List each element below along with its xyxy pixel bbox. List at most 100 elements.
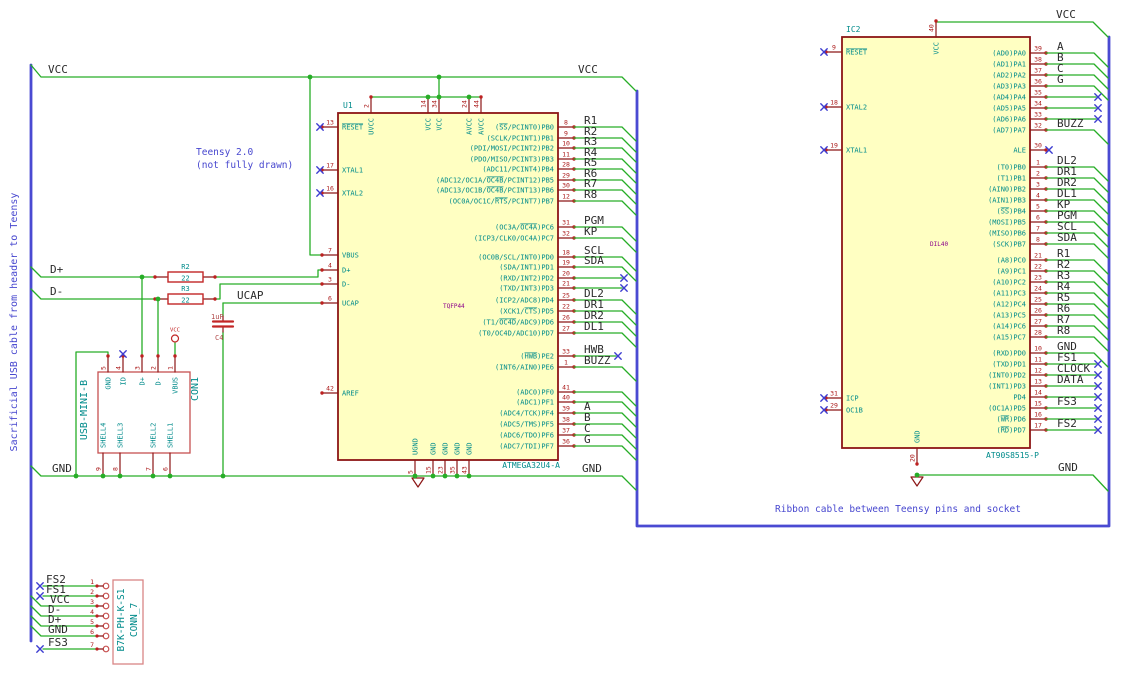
wire-bus-entry [1045,188,1109,204]
junction-dot [155,296,161,302]
net-label: R8 [1057,324,1070,337]
junction-dot [220,473,226,479]
pin-name: GND [914,430,922,443]
pin: 4 ID [115,354,128,385]
pin-number: 17 [326,162,334,170]
pin-number: 27 [1034,318,1042,326]
schematic-page: R2 22 R3 22 1uF C4 U1 ATMEGA32U4-A TQFP44 13 RESET… [0,0,1131,690]
pin-name: GND [430,442,438,455]
pin-name: (AIN0)PB2 [988,186,1026,194]
pin-number: 18 [830,99,838,107]
pin-name: (MOSI)PB5 [988,219,1026,227]
pin-name: (SCLK/PCINT1)PB1 [487,135,554,143]
net-label: FS2 [1057,417,1077,430]
junction-dot [466,94,472,100]
pin-name: (A15)PC7 [992,334,1026,342]
ic-ic2: IC2AT90S8515-PDIL409RESET18XTAL219XTAL13… [820,19,1109,466]
net-label: GND [48,623,68,636]
junction-dot [412,473,418,479]
component-reference: C4 [215,334,223,342]
junction-dot [139,274,145,280]
pin-number: 20 [909,454,917,462]
component-reference: U1 [343,101,353,110]
pin-number: 3 [134,366,142,370]
pin-number: 32 [1034,122,1042,130]
pin-name: (A14)PC6 [992,323,1026,331]
pin-number: 1 [1036,159,1040,167]
wire-bus-entry [1045,336,1109,352]
pin-number: 41 [562,384,570,392]
wire [214,283,323,300]
pin-name: (A8)PC0 [996,257,1026,265]
pin-name: SHELL2 [150,423,158,448]
pin-number: 6 [1036,214,1040,222]
net-label: FS3 [48,636,68,649]
junction-dot [150,473,156,479]
pin-number: 13 [326,119,334,127]
pin-number: 28 [1034,329,1042,337]
pin-name: (ADC0)PF0 [516,389,554,397]
wire-bus-entry [1045,210,1109,226]
pin-number: 12 [562,193,570,201]
wire-bus-entry [1045,221,1109,237]
pin-number: 6 [162,467,170,471]
pin-end-dot [95,624,99,628]
pin-name: (INT1)PD3 [988,383,1026,391]
pin-number: 39 [1034,45,1042,53]
pin-name: PD4 [1013,394,1026,402]
pin-number: 31 [562,219,570,227]
pin-number: 9 [832,44,836,52]
pin-number: 10 [562,140,570,148]
junction-dot [430,473,436,479]
pin-end-dot [153,275,157,279]
pin-number: 1 [167,366,175,370]
pin-name: (RXD/INT2)PD2 [499,275,554,283]
pin-name: (T0)PB0 [996,164,1026,172]
junction-dot [117,473,123,479]
pin-number: 19 [562,259,570,267]
pin-end-dot [173,354,177,358]
pin-number: 19 [830,142,838,150]
pin-number: 8 [564,119,568,127]
pin-name: (ADC1)PF1 [516,399,554,407]
pin-name: (AD2)PA2 [992,72,1026,80]
pin-number: 35 [1034,89,1042,97]
pin-number: 12 [1034,367,1042,375]
pin-name: (ICP3/CLK0/OC4A)PC7 [474,235,554,243]
pin-number: 5 [100,366,108,370]
pin-name: SHELL1 [167,423,175,448]
net-label: GND [1058,461,1078,474]
net-label: R8 [584,188,597,201]
junction-dot [442,473,448,479]
note-text: Sacrificial USB cable from header to Tee… [9,193,20,452]
component-value: 22 [181,275,189,283]
pin-number: 34 [1034,100,1042,108]
pin-name: UGND [412,438,420,455]
pin-number: 26 [562,314,570,322]
pin-number: 22 [562,303,570,311]
pin-name: UCAP [342,300,359,308]
pin-number: 8 [1036,236,1040,244]
pin-end-dot [934,19,938,23]
resistor-r3: R3 22 [153,285,217,305]
wire-bus-entry [1045,292,1109,308]
pin-name: (ADC13/OC1B/OC4B/PCINT13)PB6 [436,187,554,195]
wire-bus-entry [1045,166,1109,182]
junction-dot [167,473,173,479]
wire [30,605,98,617]
component-value: AT90S8515-P [986,451,1039,460]
pin-end-dot [140,354,144,358]
pin-name: XTAL2 [846,104,867,112]
pin-number: 22 [1034,263,1042,271]
pin-name: AREF [342,390,359,398]
pin-name: (SS)PB4 [996,208,1026,216]
net-label: VCC [48,63,68,76]
pin-number: 4 [328,262,332,270]
pin: 8 SHELL3 [112,423,125,477]
pin-name: D+ [139,377,147,385]
gnd-power-icon [910,476,924,487]
pin-circle [102,622,110,630]
pin-name: (T0/OC4D/ADC10)PD7 [478,330,554,338]
wire-bus-entry [1045,270,1109,286]
pin-number: 31 [830,390,838,398]
